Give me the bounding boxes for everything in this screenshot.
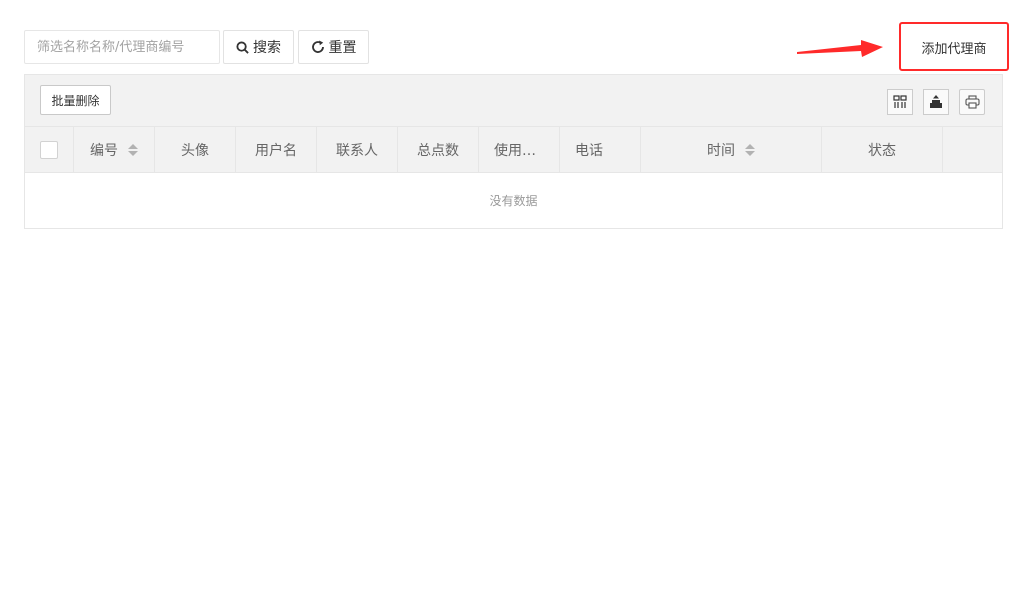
- column-header-contact: 联系人: [317, 127, 398, 172]
- reset-button-label: 重置: [328, 40, 357, 56]
- column-header-time[interactable]: 时间: [641, 127, 822, 172]
- search-icon: [236, 40, 249, 54]
- column-header-label: 时间: [707, 142, 735, 159]
- column-header-total-points: 总点数: [398, 127, 479, 172]
- select-all-cell: [25, 127, 74, 172]
- sort-icon[interactable]: [128, 143, 138, 156]
- column-header-label: 电话: [575, 142, 603, 159]
- select-all-checkbox[interactable]: [40, 140, 58, 159]
- search-input[interactable]: [24, 30, 220, 64]
- column-header-label: 状态: [868, 142, 896, 159]
- add-agent-button[interactable]: 添加代理商: [906, 30, 1002, 64]
- column-header-actions: [943, 127, 1002, 172]
- column-header-label: 用户名: [255, 142, 297, 159]
- print-icon[interactable]: [959, 89, 985, 115]
- table-toolbar: 批量删除: [25, 75, 1002, 127]
- column-header-label: 头像: [181, 142, 209, 159]
- column-header-avatar: 头像: [155, 127, 236, 172]
- search-button-label: 搜索: [253, 40, 281, 56]
- sort-icon[interactable]: [745, 143, 755, 156]
- reset-button[interactable]: 重置: [298, 30, 369, 64]
- column-header-label: 编号: [90, 142, 118, 159]
- annotation-arrow-icon: [797, 40, 883, 57]
- refresh-icon: [311, 40, 325, 54]
- column-header-id[interactable]: 编号: [74, 127, 155, 172]
- search-button[interactable]: 搜索: [223, 30, 294, 64]
- column-header-label: 总点数: [417, 142, 459, 159]
- columns-icon[interactable]: [887, 89, 913, 115]
- export-icon[interactable]: [923, 89, 949, 115]
- agent-table: 批量删除 编号 头像 用户名 联系人 总点数 使用… 电话 时间 状态 没有数据: [24, 74, 1003, 229]
- column-header-phone: 电话: [560, 127, 641, 172]
- column-header-label: 使用…: [494, 142, 536, 159]
- column-header-usage: 使用…: [479, 127, 560, 172]
- empty-state: 没有数据: [489, 194, 538, 208]
- column-header-username: 用户名: [236, 127, 317, 172]
- table-header: 编号 头像 用户名 联系人 总点数 使用… 电话 时间 状态: [25, 127, 1002, 173]
- column-header-label: 联系人: [336, 142, 378, 159]
- column-header-status: 状态: [822, 127, 943, 172]
- batch-delete-button[interactable]: 批量删除: [40, 85, 111, 115]
